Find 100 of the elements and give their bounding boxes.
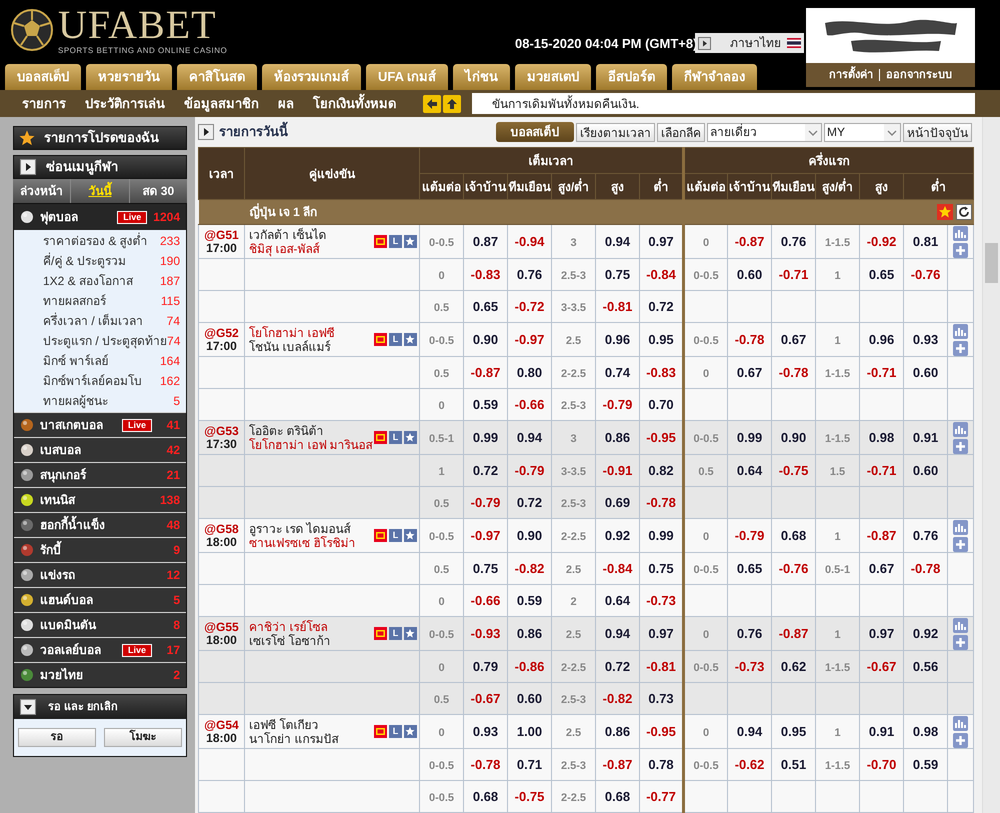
kickoff-time: 17:00 [206,242,237,254]
handicap-value: 0 [438,400,445,412]
expand-toggle-icon[interactable] [20,699,36,715]
collapse-toggle-icon[interactable] [20,159,36,175]
bar-chart-icon[interactable] [953,422,968,436]
plus-icon[interactable] [953,340,968,356]
column-header: สูง/ต่ำ [822,180,854,194]
handicap-value: 0.5 [698,466,714,478]
account-link[interactable]: การตั้งค่า [829,66,873,84]
bar-chart-icon[interactable] [953,520,968,534]
bar-chart-icon[interactable] [953,324,968,338]
tv-icon[interactable] [374,431,387,444]
bar-chart-icon[interactable] [953,226,968,240]
sport-count: 48 [166,517,180,534]
bet-type-item[interactable]: มิกซ์ พาร์เลย์ 164 [14,351,186,371]
handicap-value: 0-0.5 [693,760,719,772]
handicap-value: 0.5-1 [428,432,454,444]
live-stream-badge[interactable]: L [389,725,402,738]
live-stream-badge[interactable]: L [389,333,402,346]
tv-icon[interactable] [374,725,387,738]
sub-nav-link[interactable]: ข้อมูลสมาชิก [184,94,259,114]
dropdown-select[interactable]: ลายเดี่ยว [707,122,822,142]
left-arrow-button-icon[interactable] [423,94,441,112]
sport-item[interactable]: แฮนด์บอล 5 [14,588,186,612]
bet-type-item[interactable]: ราคาต่อรอง & สูงต่ำ 233 [14,231,186,251]
handicap-value: 2.5-3 [560,694,586,706]
sport-item[interactable]: ฟุตบอล Live 1204 [14,204,186,230]
team-name: โยโกฮาม่า เอฟ มารินอส [249,438,374,452]
sport-item[interactable]: แบดมินตัน 8 [14,613,186,637]
add-favorite-icon[interactable] [404,431,417,444]
sub-nav-link[interactable]: โยกเงินทั้งหมด [313,94,396,114]
live-stream-badge[interactable]: L [389,627,402,640]
play-icon [698,36,711,50]
bet-type-item[interactable]: ทายผลสกอร์ 115 [14,291,186,311]
plus-icon[interactable] [953,732,968,748]
handicap-value: 0 [702,726,710,738]
toolbar-button[interactable]: เลือกลีค [657,122,705,142]
sub-nav-link[interactable]: ผล [278,94,294,114]
period-tab[interactable]: สด 30 [130,179,187,203]
handicap-value: 1 [834,726,841,738]
ball-icon [20,668,34,682]
sport-item[interactable]: เบสบอล 42 [14,438,186,462]
ball-icon [20,418,34,432]
tv-icon[interactable] [374,235,387,248]
plus-icon[interactable] [953,242,968,258]
add-favorite-icon[interactable] [404,529,417,542]
sub-nav-link[interactable]: รายการ [22,94,66,114]
dropdown-select[interactable]: MY [824,122,901,142]
team-name: โออิตะ ตรินิต้า [249,424,324,438]
handicap-value: 1-1.5 [824,368,850,380]
sub-nav-link[interactable]: ประวัติการเล่น [85,94,165,114]
sport-item[interactable]: มวยไทย 2 [14,663,186,687]
sport-item[interactable]: แข่งรถ 12 [14,563,186,587]
toolbar-button[interactable]: เรียงตามเวลา [576,122,655,142]
plus-icon[interactable] [953,634,968,650]
account-link[interactable]: ออกจากระบบ [886,66,952,84]
add-favorite-icon[interactable] [404,235,417,248]
add-favorite-icon[interactable] [404,627,417,640]
tv-icon[interactable] [374,529,387,542]
live-stream-badge[interactable]: L [389,529,402,542]
column-header: สูง [875,180,888,194]
status-button[interactable]: โมฆะ [104,728,182,747]
refresh-page-button[interactable]: หน้าปัจจุบัน [903,122,972,142]
handicap-value: 0-0.5 [428,628,454,640]
tv-icon[interactable] [374,627,387,640]
add-favorite-icon[interactable] [404,333,417,346]
up-arrow-button-icon[interactable] [443,94,461,112]
live-stream-badge[interactable]: L [389,235,402,248]
favorites-header[interactable]: รายการโปรดของฉัน [13,126,187,150]
bet-type-item[interactable]: มิกซ์พาร์เลย์คอมโบ 162 [14,371,186,391]
scrollbar-thumb[interactable] [985,243,998,283]
star-icon[interactable] [936,204,953,220]
parlay-button[interactable]: บอลสเต็ป [496,122,574,142]
tv-icon[interactable] [374,333,387,346]
status-button[interactable]: รอ [18,728,96,747]
language-button[interactable]: ภาษาไทย [695,33,804,53]
live-stream-badge[interactable]: L [389,431,402,444]
bet-type-item[interactable]: ประตูแรก / ประตูสุดท้าย74 [14,331,186,351]
sport-count: 41 [166,417,180,434]
live-badge: Live [122,418,152,432]
thai-flag-icon [787,38,801,48]
plus-icon[interactable] [953,536,968,552]
sport-item[interactable]: บาสเกตบอล Live 41 [14,413,186,437]
bet-type-item[interactable]: 1X2 & สองโอกาส 187 [14,271,186,291]
bet-type-item[interactable]: ครึ่งเวลา / เต็มเวลา 74 [14,311,186,331]
bet-type-item[interactable]: ทายผลผู้ชนะ 5 [14,391,186,411]
bar-chart-icon[interactable] [953,618,968,632]
plus-icon[interactable] [953,438,968,454]
expand-toggle-icon[interactable] [198,124,214,140]
bet-type-item[interactable]: คี่/คู่ & ประตูรวม 190 [14,251,186,271]
add-favorite-icon[interactable] [404,725,417,738]
sport-item[interactable]: เทนนิส 138 [14,488,186,512]
bar-chart-icon[interactable] [953,716,968,730]
sport-item[interactable]: สนุกเกอร์ 21 [14,463,186,487]
refresh-icon[interactable] [956,204,972,220]
sport-item[interactable]: ฮอกกี้น้ำแข็ง 48 [14,513,186,537]
sport-item[interactable]: รักบี้ 9 [14,538,186,562]
sport-item[interactable]: วอลเลย์บอล Live 17 [14,638,186,662]
team-name: โชนัน เบลล์แมร์ [249,340,332,354]
handicap-value: 2.5-3 [560,760,586,772]
